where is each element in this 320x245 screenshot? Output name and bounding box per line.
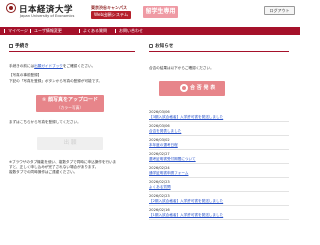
- notice-icon: [149, 44, 153, 48]
- notice-divider: [149, 205, 289, 206]
- upload-photo-button[interactable]: ① 顔写真をアップロード （カラー写真）: [36, 95, 104, 112]
- guidebook-link[interactable]: 出願ガイドブック: [34, 64, 63, 68]
- nav-item-mypage[interactable]: マイページ: [4, 27, 28, 35]
- photo-preregistration-heading: 【写真の事前登録】: [9, 73, 42, 77]
- guidebook-text-pre: 手続きの前には: [9, 64, 35, 68]
- notice-item: 2026/02/16 【1期入試合格者】入学許可書を発送しました: [149, 208, 289, 218]
- guidebook-text: 手続きの前には出願ガイドブックをご確認ください。: [9, 64, 95, 69]
- main-nav: マイページ ユーザ情報変更 よくある質問 お問い合わせ: [0, 27, 300, 35]
- notice-divider: [149, 163, 289, 164]
- notices-title: お知らせ: [155, 44, 174, 49]
- notice-link[interactable]: 【3期入試合格者】入学許可書を発送しました: [149, 115, 289, 120]
- notice-link[interactable]: 通学証明書申請フォーム: [149, 171, 289, 176]
- guidebook-text-post: をご確認ください。: [62, 64, 96, 68]
- university-english-name: Japan University of Economics: [20, 14, 75, 18]
- international-student-badge: 留学生専用: [143, 6, 178, 18]
- flower-icon: [180, 84, 188, 92]
- notice-item: 2026/02/23 【2期入試合格者】入学許可書を発送しました: [149, 194, 289, 204]
- apply-button[interactable]: 出 願: [37, 137, 103, 150]
- system-name-badge: Web出願システム: [91, 11, 132, 19]
- notice-link[interactable]: 【1期入試合格者】入学許可書を発送しました: [149, 213, 289, 218]
- notice-link[interactable]: 合否を発表しました: [149, 129, 289, 134]
- results-announcement-label: 合 否 発 表: [190, 85, 216, 91]
- notice-divider: [149, 149, 289, 150]
- procedures-divider: [9, 51, 135, 52]
- notice-item: 2026/03/06 【3期入試合格者】入学許可書を発送しました: [149, 110, 289, 120]
- notice-item: 2026/03/02 本年度の選考日程: [149, 138, 289, 148]
- notice-item: 2026/02/27 選考証明書受付期間について: [149, 152, 289, 162]
- notice-link[interactable]: よくある質問: [149, 185, 289, 190]
- nav-item-faq[interactable]: よくある質問: [79, 27, 107, 35]
- notice-link[interactable]: 【2期入試合格者】入学許可書を発送しました: [149, 199, 289, 204]
- procedures-title: 手続き: [15, 44, 29, 49]
- header: 日本経済大学 Japan University of Economics 東京渋…: [0, 0, 300, 26]
- notice-item: 2026/03/06 合否を発表しました: [149, 124, 289, 134]
- notice-divider: [149, 219, 289, 220]
- notice-divider: [149, 121, 289, 122]
- results-intro-text: 合否の結果は以下からご確認ください。: [149, 66, 214, 70]
- results-announcement-button[interactable]: 合 否 発 表: [159, 81, 225, 96]
- upload-photo-sublabel: （カラー写真）: [56, 105, 84, 110]
- browser-tab-note-3: 複数タブでの同時操作はご遠慮ください。: [9, 170, 78, 174]
- notice-divider: [149, 135, 289, 136]
- notice-link[interactable]: 選考証明書受付期間について: [149, 157, 289, 162]
- register-photo-first-text: まずはこちらから写真を登録してください。: [9, 120, 81, 124]
- upload-photo-label: ① 顔写真をアップロード: [42, 97, 98, 103]
- procedures-heading: 手続き: [9, 43, 29, 50]
- notice-divider: [149, 177, 289, 178]
- document-icon: [9, 44, 13, 48]
- notice-link[interactable]: 本年度の選考日程: [149, 143, 289, 148]
- nav-item-user-info[interactable]: ユーザ情報変更: [30, 27, 62, 35]
- notice-divider: [149, 191, 289, 192]
- university-logo-icon: [6, 3, 16, 13]
- notice-item: 2026/02/23 よくある質問: [149, 180, 289, 190]
- notice-item: 2026/02/24 通学証明書申請フォーム: [149, 166, 289, 176]
- nav-item-contact[interactable]: お問い合わせ: [115, 27, 143, 35]
- logout-button[interactable]: ログアウト: [264, 6, 295, 15]
- photo-instruction-text: 下記の「写真を登録」ボタンから写真の登録が可能です。: [9, 79, 103, 83]
- notices-heading: お知らせ: [149, 43, 173, 50]
- notices-divider: [149, 51, 289, 52]
